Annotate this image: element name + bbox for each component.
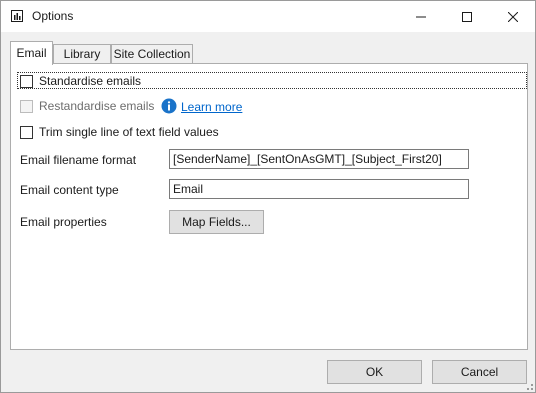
- options-dialog: Options Email Library Site Collection St…: [0, 0, 536, 393]
- standardise-emails-option[interactable]: Standardise emails: [20, 73, 141, 89]
- maximize-icon: [462, 11, 472, 22]
- window-title: Options: [32, 9, 74, 23]
- info-icon[interactable]: [161, 98, 177, 114]
- email-tab-panel: Standardise emails Restandardise emails …: [10, 63, 528, 350]
- filename-format-input[interactable]: [169, 149, 469, 169]
- tab-email[interactable]: Email: [10, 41, 53, 65]
- filename-format-label: Email filename format: [20, 153, 137, 167]
- restandardise-emails-label: Restandardise emails: [39, 99, 155, 113]
- title-bar[interactable]: Options: [1, 1, 535, 32]
- map-fields-button[interactable]: Map Fields...: [169, 210, 264, 234]
- tab-library[interactable]: Library: [53, 44, 111, 64]
- minimize-button[interactable]: [398, 1, 444, 32]
- close-button[interactable]: [490, 1, 536, 32]
- minimize-icon: [416, 16, 426, 17]
- standardise-emails-checkbox[interactable]: [20, 74, 33, 88]
- content-type-input[interactable]: [169, 179, 469, 199]
- ok-button[interactable]: OK: [327, 360, 422, 384]
- trim-values-label: Trim single line of text field values: [39, 125, 219, 139]
- content-type-label: Email content type: [20, 183, 119, 197]
- maximize-button[interactable]: [444, 1, 490, 32]
- close-icon: [508, 11, 518, 22]
- trim-values-option[interactable]: Trim single line of text field values: [20, 124, 219, 140]
- resize-grip-icon[interactable]: [523, 380, 533, 390]
- cancel-button[interactable]: Cancel: [432, 360, 527, 384]
- restandardise-emails-checkbox: [20, 99, 33, 113]
- chart-app-icon: [11, 10, 23, 22]
- restandardise-emails-option: Restandardise emails: [20, 98, 154, 114]
- tab-site-collection[interactable]: Site Collection: [111, 44, 193, 64]
- trim-values-checkbox[interactable]: [20, 125, 33, 139]
- learn-more-link[interactable]: Learn more: [181, 100, 242, 114]
- standardise-emails-label: Standardise emails: [39, 74, 142, 88]
- email-properties-label: Email properties: [20, 215, 107, 229]
